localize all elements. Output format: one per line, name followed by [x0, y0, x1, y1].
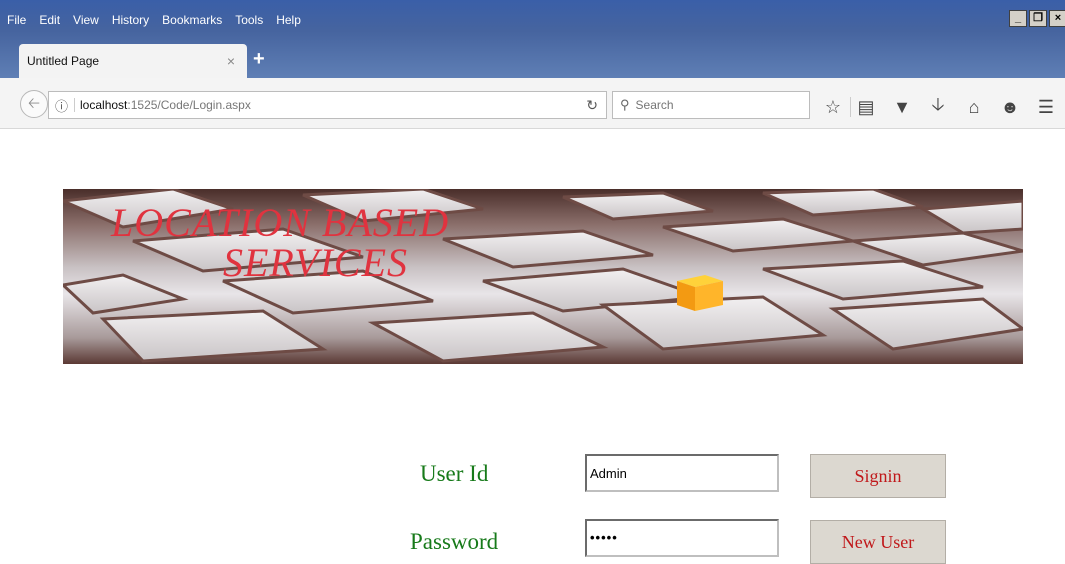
- search-input[interactable]: [633, 97, 798, 113]
- menu-file[interactable]: File: [7, 13, 26, 27]
- back-icon[interactable]: 🡠: [20, 90, 48, 118]
- banner-title-line1: LOCATION BASED: [111, 200, 450, 245]
- banner-title-line2: SERVICES: [223, 240, 409, 285]
- menu-bar: File Edit View History Bookmarks Tools H…: [0, 10, 307, 30]
- tab-title: Untitled Page: [27, 54, 100, 68]
- toolbar-separator: [850, 97, 851, 117]
- smiley-icon[interactable]: ☻: [997, 97, 1023, 118]
- bookmark-star-icon[interactable]: ☆: [820, 97, 846, 118]
- menu-tools[interactable]: Tools: [235, 13, 263, 27]
- reload-icon[interactable]: ↻: [586, 97, 598, 114]
- menu-help[interactable]: Help: [276, 13, 301, 27]
- browser-tab[interactable]: Untitled Page ×: [19, 44, 247, 78]
- url-text: localhost:1525/Code/Login.aspx: [74, 98, 251, 112]
- banner-title: LOCATION BASED SERVICES: [111, 203, 449, 283]
- toolbar-icons: ☆ ▤ ▼ 🡣 ⌂ ☻ ☰: [820, 92, 1065, 122]
- address-bar[interactable]: ⓘ localhost:1525/Code/Login.aspx ↻: [48, 91, 607, 119]
- browser-titlebar: File Edit View History Bookmarks Tools H…: [0, 0, 1065, 78]
- new-user-button[interactable]: New User: [810, 520, 946, 564]
- menu-history[interactable]: History: [112, 13, 149, 27]
- restore-button[interactable]: ❐: [1029, 10, 1047, 27]
- close-window-button[interactable]: ×: [1049, 10, 1065, 27]
- reading-list-icon[interactable]: ▤: [853, 97, 879, 118]
- password-label: Password: [410, 529, 499, 554]
- menu-view[interactable]: View: [73, 13, 99, 27]
- url-host: localhost: [80, 98, 128, 112]
- search-icon: ⚲: [620, 97, 630, 112]
- password-input[interactable]: •••••: [585, 519, 779, 557]
- search-box[interactable]: ⚲: [612, 91, 810, 119]
- pocket-icon[interactable]: ▼: [889, 97, 915, 118]
- navigation-bar: 🡠 ⓘ localhost:1525/Code/Login.aspx ↻ ⚲ ☆…: [0, 78, 1065, 129]
- home-icon[interactable]: ⌂: [961, 97, 987, 118]
- menu-edit[interactable]: Edit: [39, 13, 60, 27]
- signin-button[interactable]: Signin: [810, 454, 946, 498]
- banner-image: LOCATION BASED SERVICES: [63, 189, 1023, 364]
- download-icon[interactable]: 🡣: [925, 92, 951, 122]
- menu-bookmarks[interactable]: Bookmarks: [162, 13, 222, 27]
- tab-close-icon[interactable]: ×: [227, 53, 235, 69]
- new-tab-button[interactable]: +: [253, 48, 265, 71]
- user-id-input[interactable]: [585, 454, 779, 492]
- orange-cube: [677, 275, 723, 311]
- user-id-label: User Id: [420, 461, 489, 486]
- minimize-button[interactable]: _: [1009, 10, 1027, 27]
- info-icon[interactable]: ⓘ: [55, 96, 68, 115]
- menu-icon[interactable]: ☰: [1033, 97, 1059, 118]
- url-path: :1525/Code/Login.aspx: [127, 98, 251, 112]
- window-controls: _ ❐ ×: [1009, 10, 1065, 27]
